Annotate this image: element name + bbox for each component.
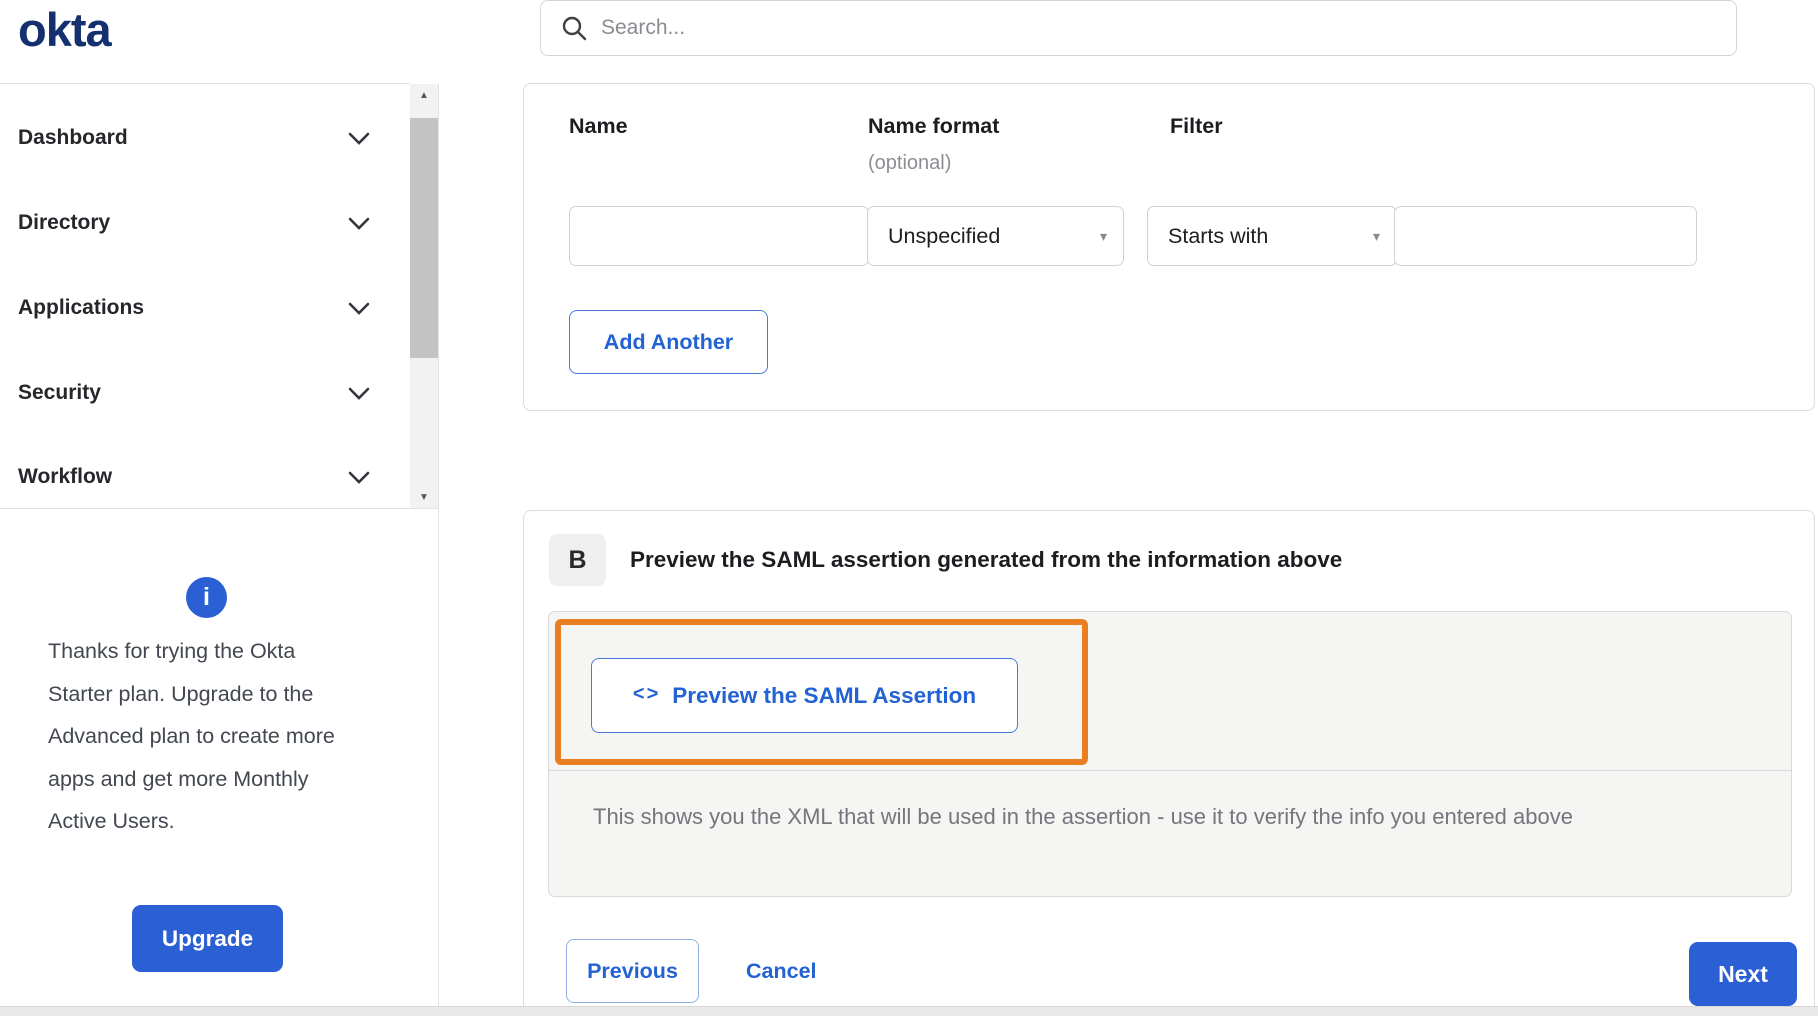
sidebar-right-divider bbox=[438, 83, 439, 1006]
column-header-name-format: Name format bbox=[868, 114, 1000, 138]
sidebar-bottom-divider bbox=[0, 508, 439, 509]
previous-button[interactable]: Previous bbox=[566, 939, 699, 1003]
filter-operator-select[interactable]: Starts with ▾ bbox=[1147, 206, 1397, 266]
horizontal-scrollbar-track bbox=[0, 1006, 1818, 1016]
info-icon: i bbox=[186, 577, 227, 618]
caret-down-icon: ▾ bbox=[1372, 227, 1380, 244]
column-header-name: Name bbox=[569, 114, 628, 138]
upgrade-button[interactable]: Upgrade bbox=[132, 905, 283, 972]
step-b-badge: B bbox=[549, 534, 606, 586]
add-another-button[interactable]: Add Another bbox=[569, 310, 768, 374]
name-format-select[interactable]: Unspecified ▾ bbox=[867, 206, 1124, 266]
sidebar-item-label: Workflow bbox=[18, 465, 113, 488]
preview-description: This shows you the XML that will be used… bbox=[593, 804, 1573, 829]
sidebar-item-label: Dashboard bbox=[18, 126, 128, 149]
scroll-up-arrow-icon[interactable]: ▲ bbox=[410, 84, 438, 106]
scroll-down-arrow-icon[interactable]: ▼ bbox=[410, 486, 438, 508]
sidebar-top-divider bbox=[0, 83, 410, 84]
chevron-down-icon bbox=[348, 471, 370, 484]
cancel-link[interactable]: Cancel bbox=[746, 939, 817, 1003]
preview-saml-button-label: Preview the SAML Assertion bbox=[672, 682, 977, 708]
next-button[interactable]: Next bbox=[1689, 942, 1797, 1006]
attribute-name-input[interactable] bbox=[569, 206, 869, 266]
name-format-selected-value: Unspecified bbox=[888, 223, 1001, 248]
caret-down-icon: ▾ bbox=[1099, 227, 1107, 244]
global-search[interactable] bbox=[540, 0, 1737, 56]
filter-operator-selected-value: Starts with bbox=[1168, 223, 1269, 248]
sidebar-item-security[interactable]: Security bbox=[18, 371, 370, 415]
scrollbar-thumb[interactable] bbox=[410, 118, 438, 358]
sidebar-item-dashboard[interactable]: Dashboard bbox=[18, 116, 370, 160]
filter-value-input[interactable] bbox=[1394, 206, 1697, 266]
column-header-optional-hint: (optional) bbox=[868, 152, 952, 174]
sidebar-item-applications[interactable]: Applications bbox=[18, 286, 370, 330]
sidebar-item-label: Applications bbox=[18, 296, 145, 319]
code-icon: <> bbox=[632, 683, 661, 705]
search-input[interactable] bbox=[601, 16, 1601, 40]
saml-preview-card: B Preview the SAML assertion generated f… bbox=[523, 510, 1815, 1006]
search-icon bbox=[561, 15, 587, 41]
sidebar-item-directory[interactable]: Directory bbox=[18, 201, 370, 245]
sidebar-item-label: Security bbox=[18, 381, 101, 404]
upsell-message: Thanks for trying the Okta Starter plan.… bbox=[48, 639, 335, 833]
preview-section-heading: Preview the SAML assertion generated fro… bbox=[630, 547, 1343, 572]
sidebar-item-label: Directory bbox=[18, 211, 111, 234]
sidebar-item-workflow[interactable]: Workflow bbox=[18, 455, 370, 499]
panel-divider bbox=[549, 770, 1791, 771]
preview-panel: This shows you the XML that will be used… bbox=[548, 611, 1792, 897]
preview-saml-assertion-button[interactable]: <> Preview the SAML Assertion bbox=[591, 658, 1018, 733]
chevron-down-icon bbox=[348, 132, 370, 145]
chevron-down-icon bbox=[348, 217, 370, 230]
okta-logo[interactable]: okta bbox=[18, 2, 112, 57]
chevron-down-icon bbox=[348, 302, 370, 315]
sidebar-scrollbar[interactable]: ▲ ▼ bbox=[410, 84, 438, 508]
chevron-down-icon bbox=[348, 387, 370, 400]
column-header-filter: Filter bbox=[1170, 114, 1223, 138]
attribute-statements-card: Name Name format (optional) Filter Unspe… bbox=[523, 83, 1815, 411]
